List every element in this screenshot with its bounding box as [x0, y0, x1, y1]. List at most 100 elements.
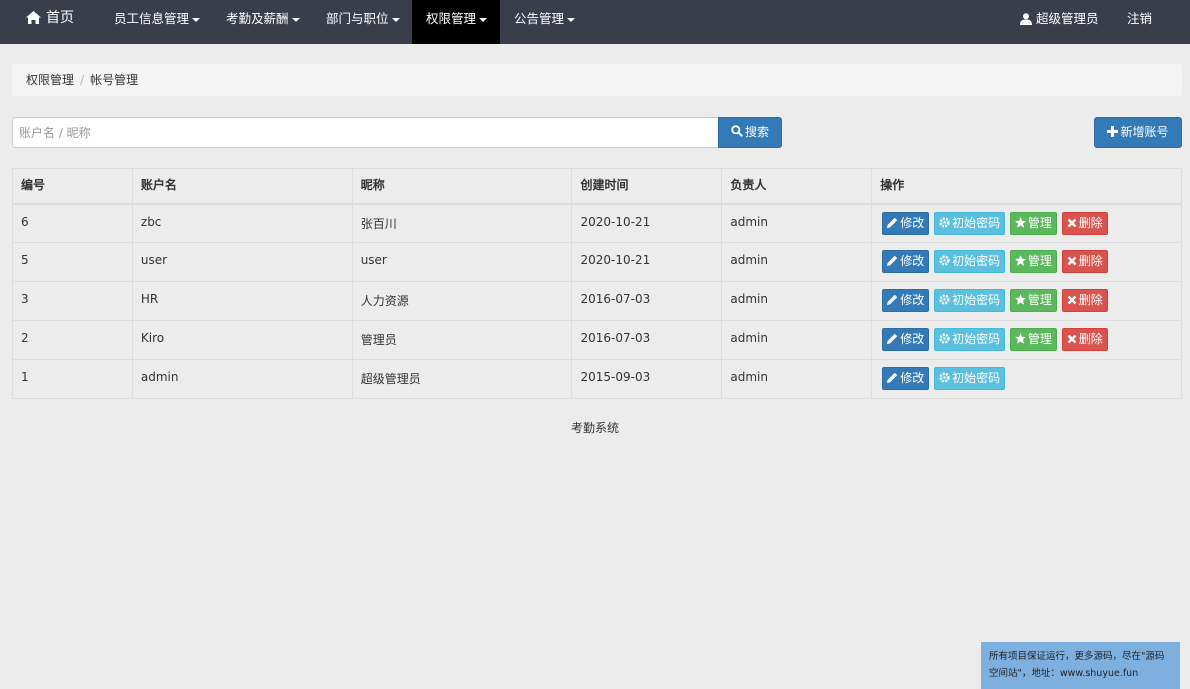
nav-menu-permission[interactable]: 权限管理 — [412, 0, 500, 44]
footer-system-name: 考勤系统 — [570, 421, 619, 435]
edit-button[interactable]: 修改 — [882, 289, 930, 312]
search-button[interactable]: 搜索 — [718, 117, 782, 148]
cell-owner: admin — [721, 320, 873, 360]
pencil-icon — [887, 369, 898, 390]
reset-password-button[interactable]: 初始密码 — [934, 367, 1006, 390]
caret-down-icon — [567, 17, 576, 22]
delete-button[interactable]: 删除 — [1061, 211, 1108, 235]
cell-id: 1 — [12, 359, 133, 399]
delete-label: 删除 — [1078, 293, 1103, 307]
nav-user-label: 超级管理员 — [1036, 11, 1099, 26]
nav-menu-department[interactable]: 部门与职位 — [326, 0, 400, 37]
nav-menu-employee[interactable]: 员工信息管理 — [114, 0, 201, 37]
column-header: 账户名 — [131, 168, 353, 205]
edit-label: 修改 — [900, 293, 925, 307]
nav-logout[interactable]: 注销 — [1127, 0, 1152, 37]
edit-button[interactable]: 修改 — [882, 211, 930, 235]
edit-button[interactable]: 修改 — [882, 328, 930, 351]
gear-icon — [939, 214, 950, 235]
nav-logout-label: 注销 — [1127, 11, 1153, 26]
gear-icon — [939, 291, 950, 312]
reset-password-button[interactable]: 初始密码 — [934, 211, 1006, 235]
cell-owner: admin — [721, 203, 873, 243]
cell-actions: 修改 初始密码 管理 删除 — [871, 203, 1182, 243]
nav-menu-label: 公告管理 — [514, 11, 565, 26]
nav-menu-announcement[interactable]: 公告管理 — [514, 0, 576, 37]
add-account-label: 新增账号 — [1120, 125, 1169, 139]
gear-icon — [939, 369, 950, 390]
cell-account: zbc — [131, 203, 353, 243]
cell-actions: 修改 初始密码 管理 删除 — [871, 242, 1182, 282]
cell-id: 2 — [12, 320, 133, 360]
reset-password-button[interactable]: 初始密码 — [934, 328, 1006, 351]
cell-nickname: 张百川 — [351, 203, 573, 243]
reset-password-button[interactable]: 初始密码 — [934, 250, 1006, 273]
nav-home[interactable]: 首页 — [26, 0, 74, 37]
x-icon — [1067, 252, 1077, 273]
caret-down-icon — [479, 17, 488, 22]
cell-nickname: 人力资源 — [351, 281, 573, 321]
breadcrumb-parent[interactable]: 权限管理 — [26, 73, 74, 87]
home-icon — [26, 2, 41, 39]
edit-label: 修改 — [900, 254, 925, 268]
manage-button[interactable]: 管理 — [1009, 211, 1057, 235]
watermark-line: 所有项目保证运行，更多源码，尽在"源码 — [989, 651, 1165, 662]
cell-nickname: 超级管理员 — [351, 359, 573, 399]
search-input[interactable] — [12, 117, 719, 148]
reset-password-label: 初始密码 — [952, 371, 1001, 385]
reset-password-button[interactable]: 初始密码 — [934, 289, 1006, 312]
x-icon — [1067, 330, 1077, 351]
star-icon — [1014, 330, 1026, 351]
table-row: 6 zbc 张百川 2020-10-21 admin 修改 初始密码 管理 删除 — [12, 203, 1182, 243]
column-header: 编号 — [12, 168, 133, 205]
breadcrumb-separator: / — [80, 73, 85, 87]
add-account-button[interactable]: 新增账号 — [1094, 117, 1182, 148]
delete-button[interactable]: 删除 — [1061, 328, 1108, 351]
cell-owner: admin — [721, 242, 873, 282]
search-icon — [731, 119, 743, 148]
cell-created: 2015-09-03 — [571, 359, 723, 399]
delete-label: 删除 — [1078, 215, 1103, 230]
nav-home-label: 首页 — [46, 10, 74, 26]
edit-label: 修改 — [900, 371, 925, 385]
pencil-icon — [887, 214, 898, 235]
top-navbar: 首页 员工信息管理 考勤及薪酬 部门与职位 权限管理 公告管理 超级管理员 注销 — [0, 0, 1190, 44]
cell-actions: 修改 初始密码 — [871, 359, 1182, 399]
caret-down-icon — [291, 17, 300, 22]
user-icon — [1020, 2, 1032, 39]
x-icon — [1067, 291, 1077, 312]
reset-password-label: 初始密码 — [952, 215, 1001, 230]
delete-button[interactable]: 删除 — [1061, 250, 1108, 273]
breadcrumb: 权限管理 / 帐号管理 — [12, 64, 1182, 96]
nav-menu-attendance[interactable]: 考勤及薪酬 — [226, 0, 300, 37]
column-header: 创建时间 — [571, 168, 723, 205]
cell-created: 2016-07-03 — [571, 281, 723, 321]
edit-button[interactable]: 修改 — [882, 367, 930, 390]
manage-button[interactable]: 管理 — [1009, 250, 1057, 273]
reset-password-label: 初始密码 — [952, 332, 1001, 346]
manage-button[interactable]: 管理 — [1009, 328, 1057, 351]
caret-down-icon — [192, 17, 201, 22]
edit-label: 修改 — [900, 215, 925, 230]
nav-menu-label: 员工信息管理 — [114, 11, 190, 26]
table-row: 3 HR 人力资源 2016-07-03 admin 修改 初始密码 管理 删除 — [12, 281, 1182, 321]
cell-nickname: user — [351, 242, 573, 282]
cell-owner: admin — [721, 281, 873, 321]
nav-menu-label: 权限管理 — [426, 11, 477, 26]
gear-icon — [939, 252, 950, 273]
table-row: 1 admin 超级管理员 2015-09-03 admin 修改 初始密码 — [12, 359, 1182, 399]
x-icon — [1067, 214, 1077, 235]
cell-actions: 修改 初始密码 管理 删除 — [871, 320, 1182, 360]
edit-label: 修改 — [900, 332, 925, 346]
star-icon — [1014, 214, 1026, 235]
pencil-icon — [887, 252, 898, 273]
column-header: 操作 — [871, 168, 1182, 205]
column-header: 负责人 — [721, 168, 873, 205]
delete-button[interactable]: 删除 — [1061, 289, 1108, 312]
column-header: 昵称 — [351, 168, 573, 205]
cell-account: user — [131, 242, 353, 282]
nav-user[interactable]: 超级管理员 — [1020, 0, 1099, 37]
manage-label: 管理 — [1027, 215, 1052, 230]
edit-button[interactable]: 修改 — [882, 250, 930, 273]
manage-button[interactable]: 管理 — [1009, 289, 1057, 312]
